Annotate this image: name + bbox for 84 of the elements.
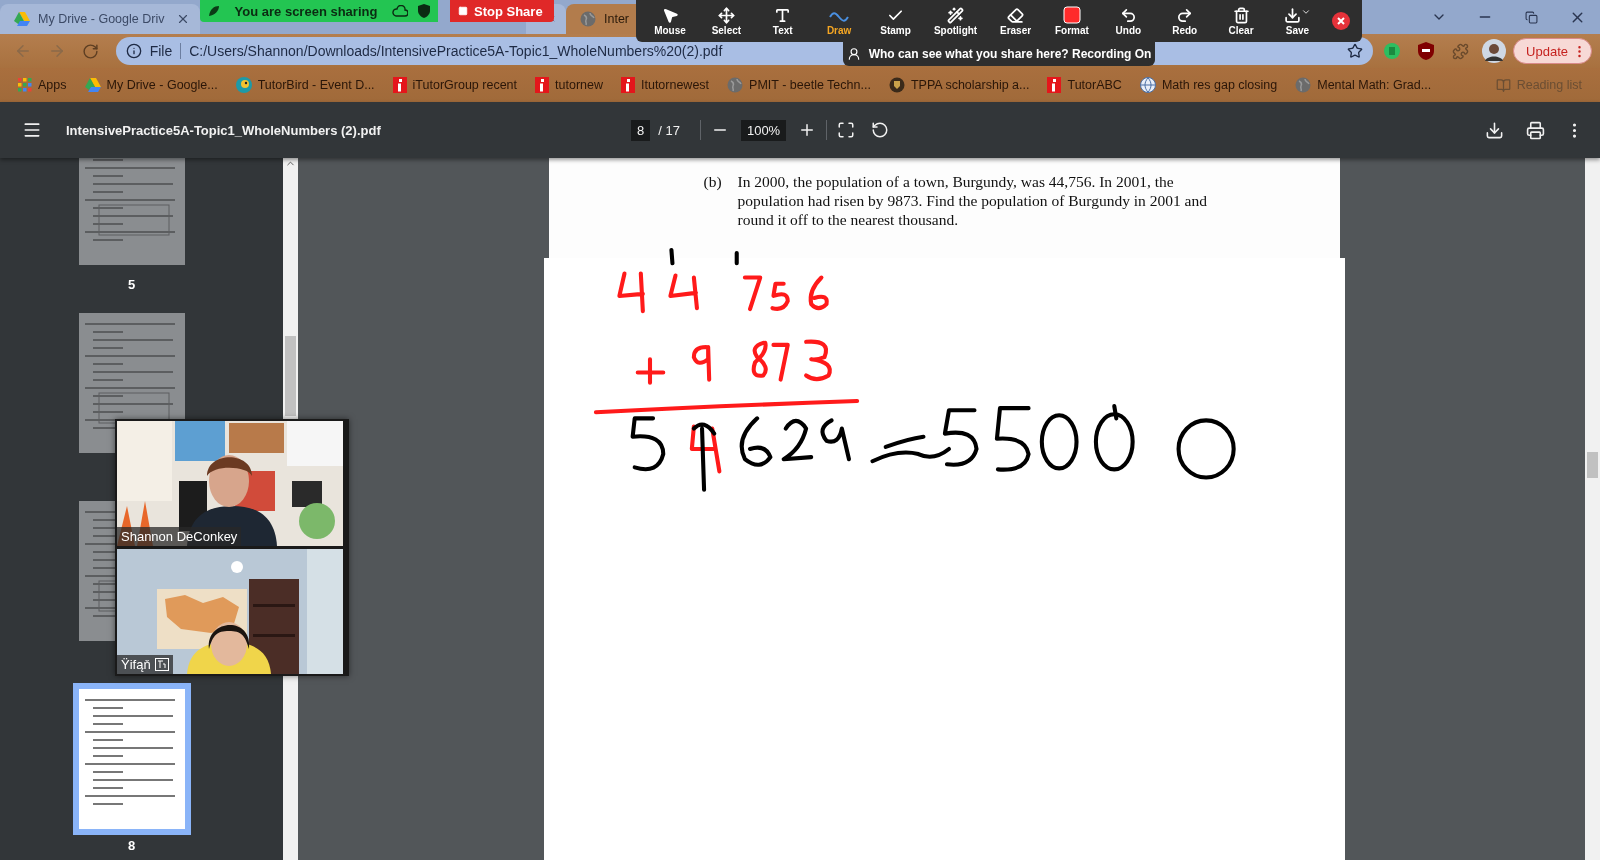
page-number-label: 8 [127, 838, 136, 853]
restore-icon[interactable] [1524, 10, 1538, 24]
pointer-icon [661, 6, 679, 24]
annotation-tool-button[interactable]: Draw [817, 4, 862, 38]
page-scrollbar[interactable] [1585, 158, 1600, 860]
participant-name: Ÿifąň [117, 655, 173, 674]
bookmark-link[interactable]: tutornew [527, 73, 611, 97]
apps-icon [18, 78, 32, 92]
letter-i-logo-icon [392, 77, 407, 93]
bird-logo-icon [235, 77, 252, 93]
bookmark-link[interactable]: TutorBird - Event D... [227, 73, 383, 97]
annotation-tool-button[interactable]: Stamp [873, 4, 918, 38]
crest-icon [888, 77, 905, 93]
letter-i-logo-icon [621, 77, 635, 93]
text-icon [774, 6, 792, 24]
cloud-icon [392, 5, 408, 17]
bookmark-link[interactable]: TutorABC [1039, 73, 1130, 97]
globe-icon [1295, 77, 1312, 93]
url-text: C:/Users/Shannon/Downloads/IntensivePractice5A-Topic1_WholeNumbers%20(2).pdf [189, 43, 723, 59]
sharing-status-text: You are screen sharing [233, 3, 379, 19]
shield-check-icon [418, 4, 430, 18]
participant-name: Shannon DeConkey [117, 527, 242, 546]
annotation-tool-button[interactable]: Text [760, 4, 805, 38]
trash-icon [1232, 6, 1250, 24]
close-icon[interactable] [1331, 12, 1350, 30]
annotation-tool-button[interactable]: Save [1275, 4, 1320, 38]
browser-tab[interactable]: My Drive - Google Driv [0, 4, 200, 34]
page-thumbnail[interactable] [72, 683, 191, 835]
question-text: In 2000, the population of a town, Burgundy, was 44,756. In 2001, the population had risen by 9873. Find the population of Burgundy in 2001 and round it off to the nearest thousand. [737, 172, 1208, 230]
annotation-tool-button[interactable]: Redo [1162, 4, 1207, 38]
page-count: / 17 [658, 122, 680, 138]
globe-icon [1139, 77, 1156, 93]
bookmark-link[interactable]: Apps [10, 74, 75, 96]
triangle-logo-icon [84, 78, 101, 92]
page-number-label: 5 [127, 277, 136, 292]
globe-icon [580, 11, 596, 27]
book-icon [1495, 77, 1511, 93]
bookmark-link[interactable]: My Drive - Google... [76, 74, 226, 96]
globe-icon [727, 77, 744, 93]
scroll-thumb[interactable] [285, 336, 296, 416]
annotation-tool-button[interactable]: Mouse [648, 4, 692, 38]
fit-page-icon[interactable] [837, 121, 856, 139]
question-label: (b) [703, 172, 722, 192]
scroll-thumb[interactable] [1587, 452, 1598, 478]
letter-i-logo-icon [1047, 77, 1062, 93]
page-thumbnail[interactable] [78, 158, 185, 265]
leaf-icon [208, 5, 220, 17]
reload-icon[interactable] [82, 42, 100, 60]
annotation-tool-button[interactable]: Spotlight [929, 4, 982, 38]
annotation-tool-button[interactable]: Select [704, 4, 749, 38]
scheme-label: File [149, 43, 173, 59]
triangle-logo-icon [14, 12, 30, 26]
letter-i-logo-icon [535, 77, 550, 93]
update-button[interactable]: Update [1513, 38, 1592, 64]
rotate-icon[interactable] [871, 121, 890, 139]
undo-icon [1119, 6, 1137, 24]
recording-notice[interactable]: Who can see what you share here? Recording On [843, 42, 1155, 66]
bookmark-link[interactable]: iTutorGroup recent [384, 73, 526, 97]
download-icon[interactable] [1485, 120, 1504, 140]
stop-share-button[interactable]: Stop Share [450, 0, 554, 22]
eraser-icon [1007, 6, 1025, 24]
zoom-field[interactable]: 100% [740, 119, 787, 141]
annotation-tool-button[interactable]: Clear [1219, 4, 1264, 38]
bookmark-link[interactable]: Math res gap closing [1131, 73, 1286, 97]
redo-icon [1176, 6, 1194, 24]
menu-icon[interactable] [22, 120, 42, 140]
bookmark-link[interactable]: Itutornewest [613, 73, 718, 97]
info-icon[interactable] [125, 43, 142, 59]
person-icon [846, 47, 861, 61]
bookmark-link[interactable]: Mental Math: Grad... [1287, 73, 1440, 97]
wand-icon [947, 6, 965, 24]
bookmark-star-icon[interactable] [1347, 43, 1364, 59]
bookmark-link[interactable]: PMIT - beetle Techn... [719, 73, 879, 97]
annotation-tool-button[interactable]: Format [1049, 4, 1094, 38]
color-swatch-icon [1062, 6, 1081, 24]
annotation-tool-button[interactable]: Eraser [993, 4, 1038, 38]
move-icon [717, 6, 735, 24]
print-icon[interactable] [1526, 120, 1545, 140]
document-title: IntensivePractice5A-Topic1_WholeNumbers (2).pdf [66, 122, 382, 138]
page-number-field[interactable]: 8 [631, 119, 651, 141]
stop-icon [458, 6, 468, 16]
save-icon [1283, 6, 1311, 24]
bookmark-link[interactable]: TPPA scholarship a... [880, 73, 1038, 97]
annotation-tool-button[interactable]: Undo [1106, 4, 1151, 38]
